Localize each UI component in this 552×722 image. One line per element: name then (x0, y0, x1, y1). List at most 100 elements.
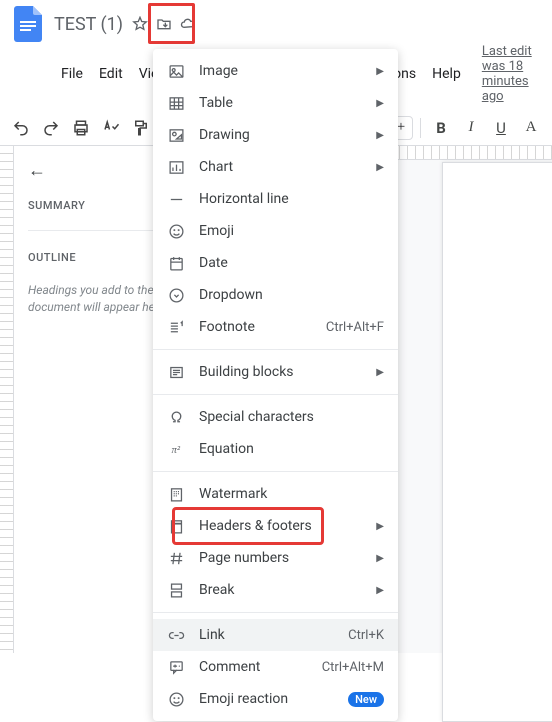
submenu-arrow-icon: ▶ (376, 521, 384, 532)
new-badge: New (348, 692, 384, 707)
menu-label: Link (199, 627, 334, 643)
insert-break[interactable]: Break ▶ (153, 574, 398, 606)
undo-button[interactable] (8, 115, 34, 141)
insert-horizontal-line[interactable]: Horizontal line (153, 183, 398, 215)
menu-file[interactable]: File (54, 62, 90, 86)
doc-title[interactable]: TEST (1) (54, 14, 123, 35)
print-button[interactable] (68, 115, 94, 141)
menu-label: Page numbers (199, 550, 356, 566)
star-icon[interactable] (129, 13, 151, 35)
menu-separator (153, 349, 398, 350)
blocks-icon (167, 363, 185, 381)
svg-text:π²: π² (171, 445, 180, 456)
underline-button[interactable]: U (488, 115, 514, 141)
emoji2-icon (167, 690, 185, 708)
menu-label: Break (199, 582, 356, 598)
insert-emoji[interactable]: Emoji (153, 215, 398, 247)
menu-label: Special characters (199, 409, 384, 425)
link-icon (167, 626, 185, 644)
submenu-arrow-icon: ▶ (376, 98, 384, 109)
menu-label: Image (199, 63, 356, 79)
menu-label: Emoji (199, 223, 384, 239)
date-icon (167, 254, 185, 272)
chart-icon (167, 158, 185, 176)
sidebar-back-icon[interactable]: ← (28, 160, 169, 181)
menu-label: Dropdown (199, 287, 384, 303)
menu-label: Date (199, 255, 384, 271)
insert-building-blocks[interactable]: Building blocks ▶ (153, 356, 398, 388)
hr-icon (167, 190, 185, 208)
menu-label: Equation (199, 441, 384, 457)
insert-date[interactable]: Date (153, 247, 398, 279)
paint-format-button[interactable] (128, 115, 154, 141)
hash-icon (167, 549, 185, 567)
insert-watermark[interactable]: Watermark (153, 478, 398, 510)
menu-separator (153, 394, 398, 395)
insert-emoji-reaction[interactable]: Emoji reaction New (153, 683, 398, 715)
break-icon (167, 581, 185, 599)
italic-button[interactable]: I (458, 115, 484, 141)
menu-label: Horizontal line (199, 191, 384, 207)
outline-hint: Headings you add to the document will ap… (28, 282, 169, 316)
document-page[interactable] (442, 162, 552, 722)
spellcheck-button[interactable] (98, 115, 124, 141)
menu-label: Comment (199, 659, 308, 675)
submenu-arrow-icon: ▶ (376, 367, 384, 378)
headers-icon (167, 517, 185, 535)
image-icon (167, 62, 185, 80)
bold-button[interactable]: B (428, 115, 454, 141)
menu-separator (153, 471, 398, 472)
shortcut-text: Ctrl+Alt+F (326, 320, 384, 335)
cloud-icon[interactable] (177, 13, 199, 35)
vertical-ruler (0, 146, 14, 653)
submenu-arrow-icon: ▶ (376, 553, 384, 564)
submenu-arrow-icon: ▶ (376, 585, 384, 596)
submenu-arrow-icon: ▶ (376, 162, 384, 173)
menu-label: Headers & footers (199, 518, 356, 534)
menu-label: Drawing (199, 127, 356, 143)
emoji-icon (167, 222, 185, 240)
menu-label: Emoji reaction (199, 691, 334, 707)
table-icon (167, 94, 185, 112)
omega-icon (167, 408, 185, 426)
menu-edit[interactable]: Edit (92, 62, 130, 86)
comment-icon (167, 658, 185, 676)
menu-label: Table (199, 95, 356, 111)
insert-chart[interactable]: Chart ▶ (153, 151, 398, 183)
pi-icon: π² (167, 440, 185, 458)
text-color-button[interactable]: A (518, 115, 544, 141)
insert-page-numbers[interactable]: Page numbers ▶ (153, 542, 398, 574)
last-edit-link[interactable]: Last edit was 18 minutes ago (482, 44, 542, 104)
docs-logo-icon[interactable] (10, 6, 46, 42)
insert-footnote[interactable]: Footnote Ctrl+Alt+F (153, 311, 398, 343)
menu-help[interactable]: Help (425, 62, 468, 86)
summary-heading: SUMMARY (28, 199, 169, 212)
menu-label: Building blocks (199, 364, 356, 380)
move-icon[interactable] (153, 13, 175, 35)
shortcut-text: Ctrl+K (348, 628, 384, 643)
footnote-icon (167, 318, 185, 336)
insert-dropdown: Image ▶ Table ▶ Drawing ▶ Chart ▶ Horizontal lin… (153, 49, 398, 721)
menu-label: Chart (199, 159, 356, 175)
insert-equation[interactable]: π² Equation (153, 433, 398, 465)
insert-drawing[interactable]: Drawing ▶ (153, 119, 398, 151)
redo-button[interactable] (38, 115, 64, 141)
outline-heading: OUTLINE (28, 251, 169, 264)
submenu-arrow-icon: ▶ (376, 130, 384, 141)
menu-label: Watermark (199, 486, 384, 502)
toolbar-separator (420, 118, 421, 138)
watermark-icon (167, 485, 185, 503)
dropdown-icon (167, 286, 185, 304)
insert-comment[interactable]: Comment Ctrl+Alt+M (153, 651, 398, 683)
insert-special-characters[interactable]: Special characters (153, 401, 398, 433)
insert-headers-footers[interactable]: Headers & footers ▶ (153, 510, 398, 542)
submenu-arrow-icon: ▶ (376, 66, 384, 77)
insert-image[interactable]: Image ▶ (153, 55, 398, 87)
menu-label: Footnote (199, 319, 312, 335)
drawing-icon (167, 126, 185, 144)
insert-dropdown[interactable]: Dropdown (153, 279, 398, 311)
insert-link[interactable]: Link Ctrl+K (153, 619, 398, 651)
insert-table[interactable]: Table ▶ (153, 87, 398, 119)
shortcut-text: Ctrl+Alt+M (322, 660, 384, 675)
menu-separator (153, 612, 398, 613)
